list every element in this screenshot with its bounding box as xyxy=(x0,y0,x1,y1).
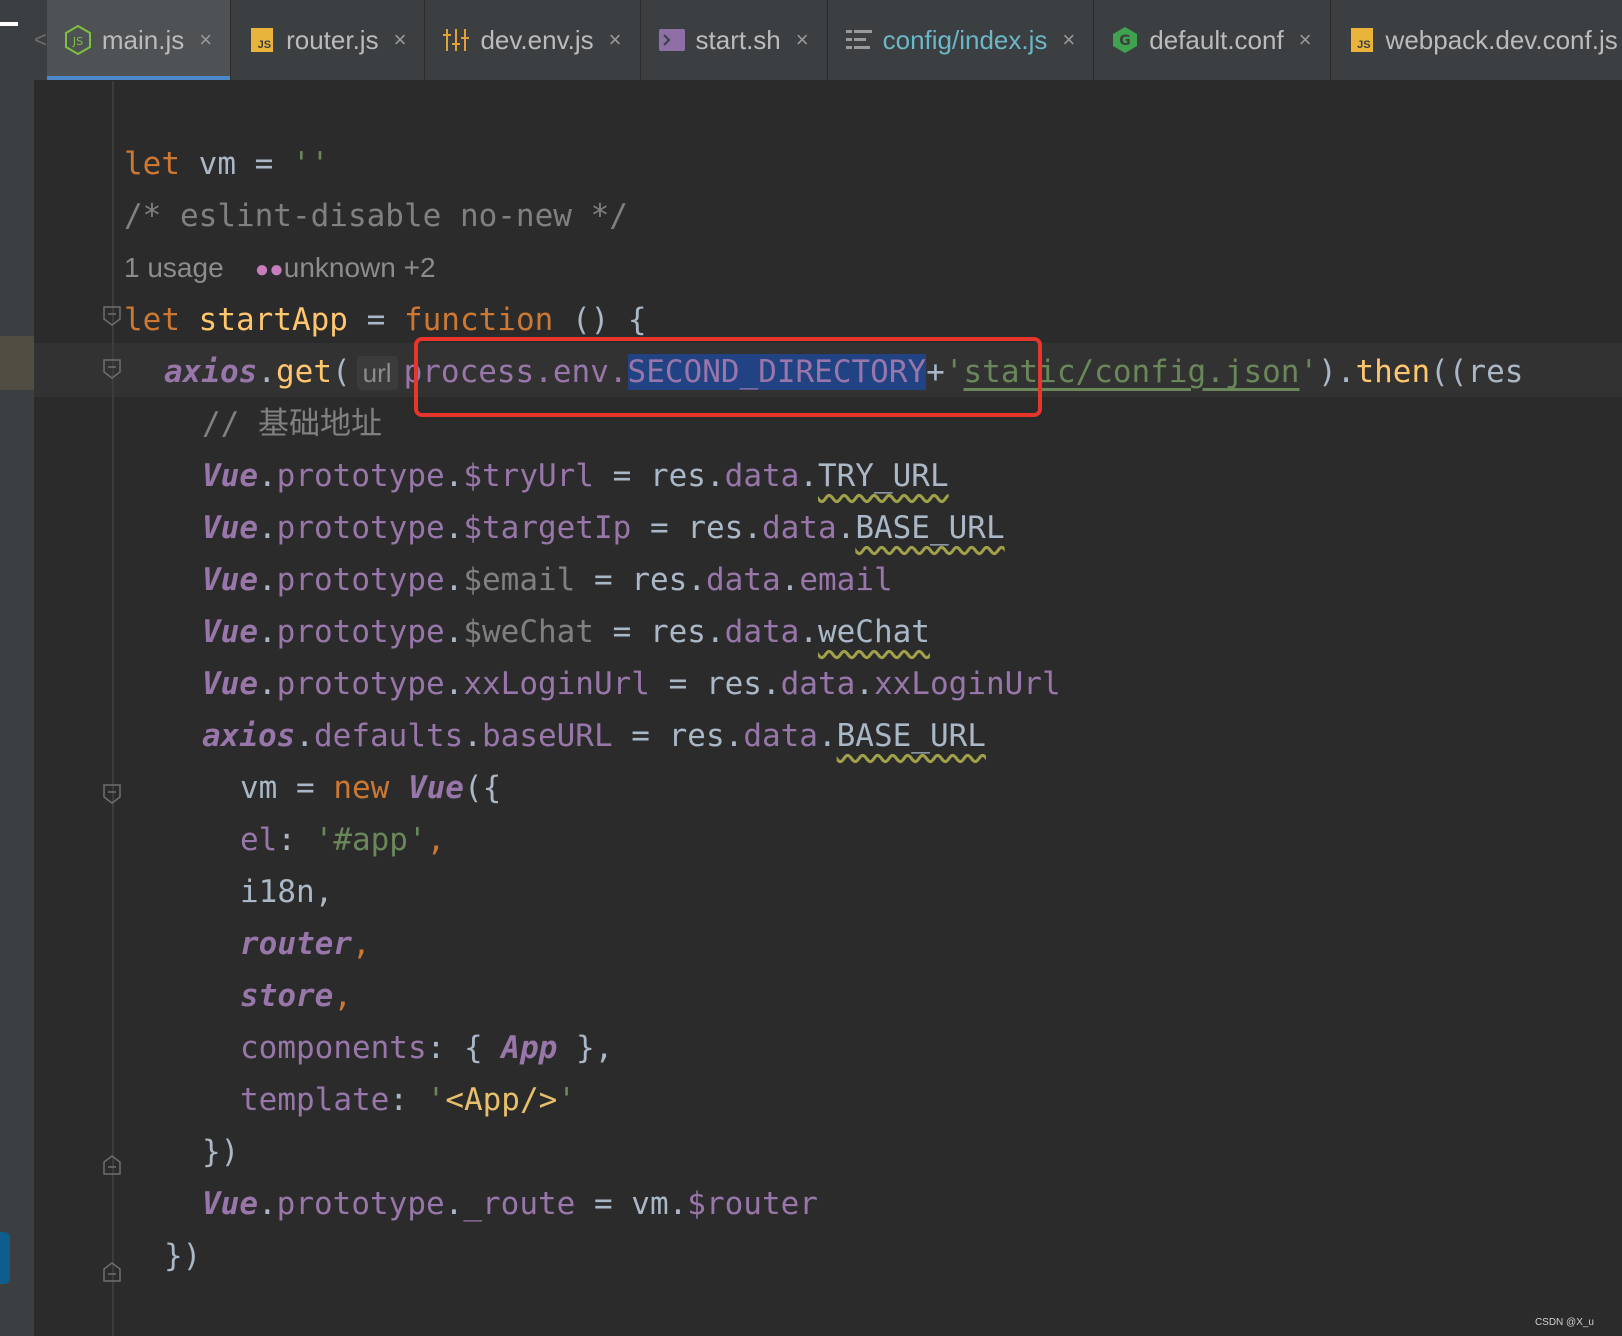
tab-config-index-js[interactable]: config/index.js × xyxy=(828,0,1095,80)
menu-indicator xyxy=(0,22,18,26)
fold-icon[interactable] xyxy=(102,358,122,380)
code-line: i18n, xyxy=(240,874,334,910)
tab-main-js[interactable]: JS main.js × xyxy=(46,0,232,80)
code-editor[interactable]: let vm = '' /* eslint-disable no-new */ … xyxy=(34,81,1622,1336)
annotation-highlight-box xyxy=(414,337,1042,417)
terminal-icon xyxy=(657,25,687,55)
tab-scroll-left-icon[interactable]: < xyxy=(34,0,47,80)
code-line: // 基础地址 xyxy=(202,406,382,442)
code-line: let vm = '' xyxy=(124,146,330,182)
code-line: }) xyxy=(202,1134,240,1170)
tab-label: webpack.dev.conf.js xyxy=(1385,24,1618,55)
code-line: Vue.prototype._route = vm.$router xyxy=(202,1186,818,1222)
js-file-icon: JS xyxy=(247,25,277,55)
code-line: Vue.prototype.xxLoginUrl = res.data.xxLo… xyxy=(202,666,1061,702)
code-line: store, xyxy=(240,978,352,1014)
code-line: router, xyxy=(240,926,371,962)
tab-webpack-dev-conf-js[interactable]: JS webpack.dev.conf.js xyxy=(1331,0,1622,80)
code-line: components: { App }, xyxy=(240,1030,614,1066)
close-icon[interactable]: × xyxy=(796,27,809,53)
tab-label: router.js xyxy=(286,24,379,55)
tab-start-sh[interactable]: start.sh × xyxy=(641,0,828,80)
code-line: }) xyxy=(164,1238,202,1274)
watermark: CSDN @X_u xyxy=(1534,1317,1594,1328)
nodejs-icon: JS xyxy=(63,25,93,55)
tab-label: config/index.js xyxy=(882,24,1048,55)
js-file-icon: JS xyxy=(1347,25,1377,55)
fold-icon[interactable] xyxy=(102,305,122,327)
close-icon[interactable]: × xyxy=(609,27,622,53)
indent-guide xyxy=(112,81,114,1336)
code-line: el: '#app', xyxy=(240,822,446,858)
close-icon[interactable]: × xyxy=(199,27,212,53)
code-line: axios.defaults.baseURL = res.data.BASE_U… xyxy=(202,718,986,754)
tool-window-button[interactable] xyxy=(0,1232,10,1284)
fold-end-icon[interactable] xyxy=(102,1154,122,1176)
parameter-hint: url xyxy=(356,356,398,390)
close-icon[interactable]: × xyxy=(394,27,407,53)
list-icon xyxy=(844,25,874,55)
code-line: Vue.prototype.$targetIp = res.data.BASE_… xyxy=(202,510,1005,546)
nginx-icon: G xyxy=(1110,25,1140,55)
tab-router-js[interactable]: JS router.js × xyxy=(231,0,426,80)
tab-label: default.conf xyxy=(1149,24,1284,55)
authors-icon: ●● xyxy=(254,256,284,283)
tab-default-conf[interactable]: G default.conf × xyxy=(1094,0,1331,80)
close-icon[interactable]: × xyxy=(1062,27,1075,53)
close-icon[interactable]: × xyxy=(1299,27,1312,53)
tab-label: main.js xyxy=(101,24,185,55)
code-line: /* eslint-disable no-new */ xyxy=(124,198,628,234)
code-line: Vue.prototype.$tryUrl = res.data.TRY_URL xyxy=(202,458,949,494)
code-vision-hint[interactable]: 1 usage ●●unknown +2 xyxy=(124,243,436,293)
usage-authors[interactable]: unknown +2 xyxy=(284,252,436,283)
usage-count[interactable]: 1 usage xyxy=(124,252,224,283)
svg-text:G: G xyxy=(1120,33,1132,49)
code-line: vm = new Vue({ xyxy=(240,770,502,806)
tab-label: start.sh xyxy=(695,24,781,55)
fold-icon[interactable] xyxy=(102,783,122,805)
fold-end-icon[interactable] xyxy=(102,1261,122,1283)
tab-dev-env-js[interactable]: dev.env.js × xyxy=(425,0,641,80)
editor-tab-bar: < JS main.js × JS router.js × dev.env.js… xyxy=(34,0,1622,81)
code-line: template: '<App/>' xyxy=(240,1082,576,1118)
code-line: Vue.prototype.$email = res.data.email xyxy=(202,562,893,598)
left-tool-strip xyxy=(0,0,34,1336)
code-line: Vue.prototype.$weChat = res.data.weChat xyxy=(202,614,930,650)
tab-label: dev.env.js xyxy=(480,24,594,55)
settings-sliders-icon xyxy=(441,25,471,55)
bookmark-indicator xyxy=(0,336,34,390)
svg-text:JS: JS xyxy=(72,35,83,48)
